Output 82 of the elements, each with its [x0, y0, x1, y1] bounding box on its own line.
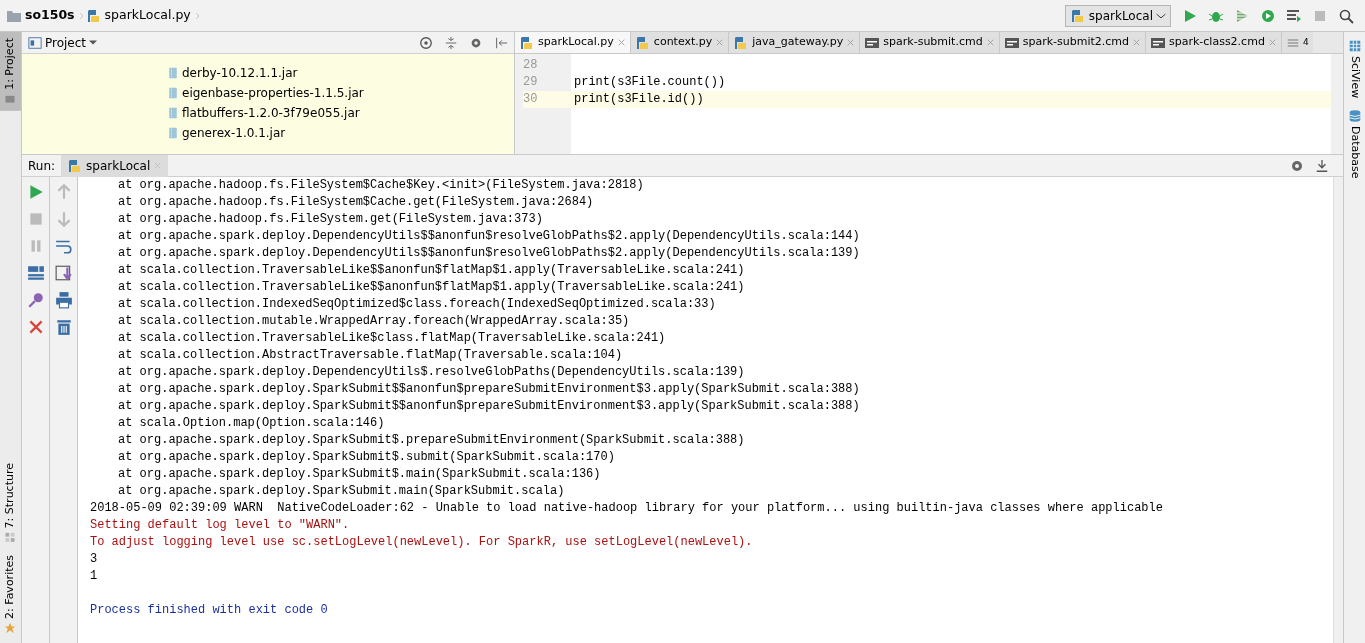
caret-icon	[1156, 12, 1166, 19]
console-line: at org.apache.spark.deploy.SparkSubmit$$anonfun$prepareSubmitEnvironment$3.apply(SparkSubmit.scala:388)	[118, 382, 860, 396]
console-line: at scala.collection.AbstractTraversable.flatMap(Traversable.scala:104)	[118, 348, 623, 362]
database-icon	[1347, 109, 1362, 124]
console-line: at org.apache.hadoop.fs.FileSystem.get(FileSystem.java:373)	[118, 212, 543, 226]
python-file-icon	[634, 34, 651, 51]
editor-tab[interactable]: sparkLocal.py	[515, 32, 631, 53]
tree-item[interactable]: eigenbase-properties-1.1.5.jar	[182, 84, 364, 102]
editor-tab[interactable]: context.py	[630, 32, 730, 53]
console-line: at org.apache.spark.deploy.SparkSubmit$.prepareSubmitEnvironment(SparkSubmit.scala:388)	[118, 433, 745, 447]
console-line: Setting default log level to "WARN".	[90, 518, 350, 532]
console-line: at org.apache.spark.deploy.DependencyUtils$$anonfun$resolveGlobPaths$2.apply(DependencyUtils.scala:144)	[118, 229, 860, 243]
editor-tab[interactable]: spark-class2.cmd	[1146, 32, 1282, 53]
close-icon[interactable]	[985, 38, 995, 47]
editor-tab[interactable]: java_gateway.py	[729, 32, 861, 53]
console-line: To adjust logging level use sc.setLogLevel(newLevel). For SparkR, use setLogLevel(newLevel).	[90, 535, 753, 549]
tab-overflow-button[interactable]: 4	[1281, 32, 1313, 53]
tree-item[interactable]: generex-1.0.1.jar	[182, 124, 286, 142]
console-line: at org.apache.spark.deploy.SparkSubmit.main(SparkSubmit.scala)	[118, 484, 565, 498]
tool-window-tab[interactable]: 7: Structure	[0, 456, 21, 550]
tool-window-tab[interactable]: Database	[1344, 105, 1365, 183]
breadcrumb-item[interactable]: sparkLocal.py	[104, 6, 191, 25]
editor-tab[interactable]: spark-submit.cmd	[860, 32, 1000, 53]
run-label: Run:	[27, 157, 57, 175]
console-line: Process finished with exit code 0	[90, 603, 328, 617]
trash-icon[interactable]	[54, 318, 73, 336]
layout-icon[interactable]	[26, 264, 45, 282]
console-line: at scala.Option.map(Option.scala:146)	[118, 416, 385, 430]
project-view-dropdown[interactable]: Project	[45, 33, 98, 52]
tool-window-tab[interactable]: 2: Favorites	[0, 549, 21, 640]
list-icon	[1285, 36, 1300, 49]
print-icon[interactable]	[54, 291, 73, 309]
tree-item[interactable]: derby-10.12.1.1.jar	[182, 64, 298, 82]
python-file-icon	[519, 34, 535, 51]
python-icon	[1069, 7, 1086, 24]
close-icon[interactable]	[1267, 38, 1277, 47]
close-icon[interactable]	[846, 38, 856, 47]
console-line: at org.apache.spark.deploy.SparkSubmit$$anonfun$prepareSubmitEnvironment$3.apply(SparkSubmit.scala:388)	[118, 399, 860, 413]
console-line: at org.apache.spark.deploy.SparkSubmit$.main(SparkSubmit.scala:136)	[118, 467, 601, 481]
archive-icon	[167, 86, 179, 100]
tool-window-tab[interactable]: SciView	[1344, 35, 1365, 103]
console-line: at org.apache.spark.deploy.SparkSubmit$.submit(SparkSubmit.scala:170)	[118, 450, 615, 464]
archive-icon	[167, 126, 179, 140]
run-tab[interactable]: sparkLocal	[61, 154, 169, 177]
code-line: print(s3File.count())	[573, 74, 727, 91]
console-line: 2018-05-09 02:39:09 WARN NativeCodeLoader:62 - Unable to load native-hadoop library for your platform... using builtin-java classes where applicable	[90, 501, 1163, 515]
close-icon[interactable]	[1132, 38, 1141, 47]
console-line: at scala.collection.TraversableLike$$anonfun$flatMap$1.apply(TraversableLike.scala:241)	[118, 263, 745, 277]
archive-icon	[167, 106, 179, 120]
scroll-end-icon[interactable]	[54, 264, 73, 282]
console-line: at org.apache.hadoop.fs.FileSystem$Cache.get(FileSystem.java:2684)	[118, 195, 594, 209]
favorites-icon	[4, 622, 17, 634]
editor-tab[interactable]: spark-submit2.cmd	[999, 32, 1146, 53]
sciview-icon	[1347, 39, 1362, 53]
hide-icon[interactable]	[1315, 158, 1329, 173]
console-line: at scala.collection.IndexedSeqOptimized$class.foreach(IndexedSeqOptimized.scala:33)	[118, 297, 716, 311]
collapse-icon[interactable]	[444, 35, 458, 50]
pin-icon[interactable]	[26, 291, 45, 309]
breadcrumb-item[interactable]: so150s	[25, 6, 75, 25]
run-config-dropdown[interactable]: sparkLocal	[1064, 4, 1171, 27]
structure-icon	[4, 531, 17, 544]
hide-icon[interactable]	[494, 35, 508, 50]
console-line: at org.apache.spark.deploy.DependencyUtils$.resolveGlobPaths(DependencyUtils.scala:139)	[118, 365, 745, 379]
console-line: 3	[90, 552, 98, 566]
line-number: 30	[523, 91, 571, 108]
line-number: 28	[523, 57, 539, 74]
console-line: at scala.collection.TraversableLike$class.flatMap(TraversableLike.scala:241)	[118, 331, 666, 345]
line-number: 29	[523, 74, 539, 91]
console-line: at org.apache.hadoop.fs.FileSystem$Cache$Key.<init>(FileSystem.java:2818)	[118, 178, 644, 192]
console-line: at scala.collection.mutable.WrappedArray.foreach(WrappedArray.scala:35)	[118, 314, 630, 328]
console-line: at org.apache.spark.deploy.DependencyUtils$$anonfun$resolveGlobPaths$2.apply(DependencyUtils.scala:139)	[118, 246, 860, 260]
target-icon[interactable]	[419, 35, 433, 50]
close-icon[interactable]	[616, 38, 626, 47]
close-icon[interactable]	[715, 38, 725, 47]
console-line: at scala.collection.TraversableLike$$anonfun$flatMap$1.apply(TraversableLike.scala:241)	[118, 280, 745, 294]
tool-window-tab[interactable]: 1: Project	[0, 32, 21, 111]
archive-icon	[167, 66, 179, 80]
caret-icon	[89, 40, 98, 45]
panel-icon	[28, 35, 42, 50]
tree-item[interactable]: flatbuffers-1.2.0-3f79e055.jar	[182, 104, 360, 122]
console-line: 1	[90, 569, 98, 583]
python-file-icon	[85, 7, 102, 24]
